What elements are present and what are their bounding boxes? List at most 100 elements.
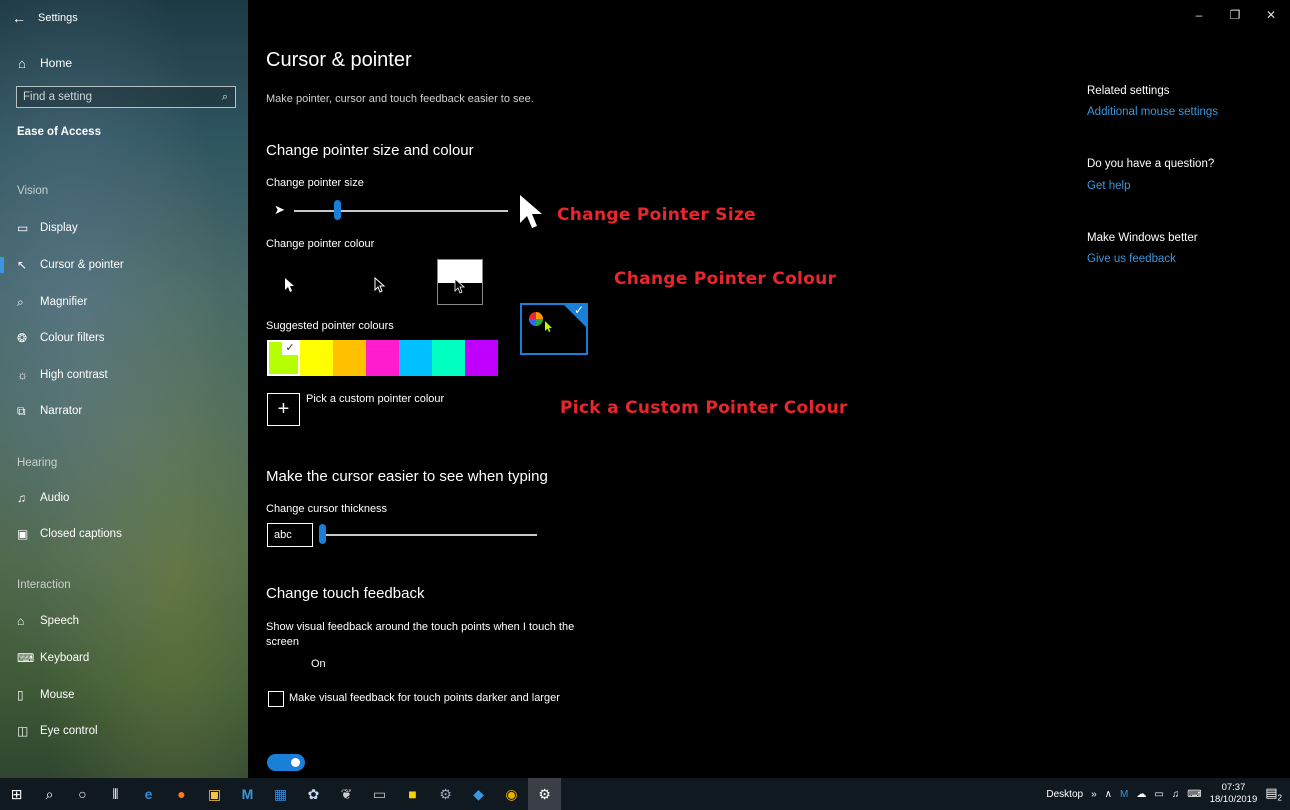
network-icon[interactable]: ▭ [1154, 789, 1163, 800]
taskbar: ⊞ ⌕ ○ ⫴ e ● ▣ M ▦ ✿ ❦ ▭ ■ ⚙ ◆ ◉ ⚙ Deskto… [0, 778, 1290, 810]
cursor-section-heading: Make the cursor easier to see when typin… [266, 468, 548, 485]
sticky-notes-icon[interactable]: ■ [396, 778, 429, 810]
pointer-size-slider-track[interactable] [294, 210, 508, 212]
sidebar-item-speech[interactable]: ⌂ Speech [0, 606, 248, 636]
narrator-icon: ⧉ [17, 403, 26, 418]
search-input[interactable] [23, 91, 215, 103]
chrome-icon[interactable]: ◉ [495, 778, 528, 810]
colour-swatch[interactable]: ✓ [267, 340, 300, 376]
volume-icon[interactable]: ♫ [1172, 789, 1180, 800]
touch-feedback-toggle[interactable] [267, 754, 305, 771]
pointer-colour-black[interactable] [346, 259, 414, 311]
sidebar-item-eye-control[interactable]: ◫ Eye control [0, 716, 248, 746]
back-button[interactable]: ← [0, 0, 38, 36]
add-custom-colour-button[interactable]: + [267, 393, 300, 426]
group-label-vision: Vision [17, 185, 49, 197]
sidebar-item-colour-filters[interactable]: ❂ Colour filters [0, 323, 248, 353]
paint-icon[interactable]: ✿ [297, 778, 330, 810]
back-arrow-icon: ← [12, 10, 26, 26]
colour-swatch[interactable] [366, 340, 399, 376]
sidebar-item-label: Narrator [40, 405, 83, 417]
start-icon[interactable]: ⊞ [0, 778, 33, 810]
additional-mouse-settings-link[interactable]: Additional mouse settings [1087, 106, 1218, 118]
settings-icon[interactable]: ⚙ [528, 778, 561, 810]
firefox-icon[interactable]: ● [165, 778, 198, 810]
sidebar-item-high-contrast[interactable]: ☼ High contrast [0, 360, 248, 390]
small-pointer-icon: ➤ [274, 202, 285, 217]
file-explorer-icon[interactable]: ▣ [198, 778, 231, 810]
pointer-colour-inverted[interactable] [437, 259, 483, 305]
sidebar-item-label: Home [40, 56, 73, 70]
terminal-icon[interactable]: ▭ [363, 778, 396, 810]
white-pointer-icon [285, 278, 294, 292]
sidebar-item-label: Closed captions [40, 528, 122, 540]
search-icon[interactable]: ⌕ [215, 91, 235, 104]
darker-feedback-label[interactable]: Make visual feedback for touch points da… [289, 692, 560, 704]
tool-icon[interactable]: ⚙ [429, 778, 462, 810]
onedrive-icon[interactable]: ☁ [1136, 789, 1146, 800]
sidebar-item-closed-captions[interactable]: ▣ Closed captions [0, 519, 248, 549]
sidebar-item-display[interactable]: ▭ Display [0, 213, 248, 243]
sidebar-item-label: Cursor & pointer [40, 259, 124, 271]
mail-icon[interactable]: M [231, 778, 264, 810]
sidebar-item-mouse[interactable]: ▯ Mouse [0, 680, 248, 710]
cursor-thickness-slider-track[interactable] [322, 534, 537, 536]
mouse-icon: ▯ [17, 688, 24, 702]
display-icon: ▭ [17, 221, 29, 235]
darker-feedback-checkbox[interactable] [268, 691, 284, 707]
cursor-thickness-slider-thumb[interactable] [319, 524, 326, 544]
pointer-section-heading: Change pointer size and colour [266, 142, 474, 159]
sidebar-item-label: Keyboard [40, 652, 90, 664]
colour-swatch[interactable] [432, 340, 465, 376]
cortana-icon[interactable]: ○ [66, 778, 99, 810]
sidebar-item-keyboard[interactable]: ⌨ Keyboard [0, 643, 248, 673]
clock[interactable]: 07:37 18/10/2019 [1210, 782, 1258, 806]
close-icon[interactable]: ✕ [1264, 8, 1278, 22]
pointer-colour-custom[interactable]: ✓ [520, 303, 588, 355]
colour-swatch[interactable] [399, 340, 432, 376]
colour-swatch[interactable] [300, 340, 333, 376]
group-label-hearing: Hearing [17, 457, 58, 469]
mail-tray-icon[interactable]: M [1120, 789, 1128, 800]
toggle-state-label: On [311, 658, 326, 670]
edge-icon[interactable]: e [132, 778, 165, 810]
window-controls: – ❐ ✕ [1192, 8, 1278, 22]
notifications-icon[interactable]: ▤2 [1265, 785, 1282, 803]
page-description: Make pointer, cursor and touch feedback … [266, 93, 534, 105]
cursor-preview-box: abc [267, 523, 313, 547]
sidebar-item-home[interactable]: ⌂ Home [0, 50, 248, 76]
show-hidden-icons-icon[interactable]: ∧ [1105, 789, 1112, 800]
clock-date: 18/10/2019 [1209, 794, 1258, 805]
minimize-icon[interactable]: – [1192, 8, 1206, 22]
keyboard-icon: ⌨ [17, 651, 35, 665]
sidebar-item-audio[interactable]: ♫ Audio [0, 483, 248, 513]
overflow-chevron-icon[interactable]: » [1091, 789, 1097, 800]
large-pointer-icon [520, 195, 542, 228]
paint-brush-icon[interactable]: ❦ [330, 778, 363, 810]
give-feedback-link[interactable]: Give us feedback [1087, 253, 1176, 265]
task-view-icon[interactable]: ⫴ [99, 778, 132, 810]
pointer-colour-white[interactable] [256, 259, 324, 311]
custom-colour-label[interactable]: Pick a custom pointer colour [306, 393, 444, 405]
pointer-colour-label: Change pointer colour [266, 238, 375, 250]
pointer-size-slider-thumb[interactable] [333, 200, 341, 220]
colour-filters-icon: ❂ [17, 331, 28, 345]
search-icon[interactable]: ⌕ [33, 778, 66, 810]
sidebar-item-narrator[interactable]: ⧉ Narrator [0, 396, 248, 426]
desktop-toolbar-label[interactable]: Desktop [1046, 789, 1083, 800]
sidebar-item-magnifier[interactable]: ⌕ Magnifier [0, 287, 248, 317]
restore-icon[interactable]: ❐ [1228, 8, 1242, 22]
cloud-app-icon[interactable]: ◆ [462, 778, 495, 810]
get-help-link[interactable]: Get help [1087, 180, 1130, 192]
sidebar-item-cursor-pointer[interactable]: ↖ Cursor & pointer [0, 250, 248, 280]
app-icon[interactable]: ▦ [264, 778, 297, 810]
question-heading: Do you have a question? [1087, 158, 1215, 170]
colour-swatch[interactable] [465, 340, 498, 376]
colour-swatch[interactable] [333, 340, 366, 376]
keyboard-icon[interactable]: ⌨ [1187, 789, 1201, 800]
magnifier-icon: ⌕ [17, 294, 24, 309]
cursor-pointer-icon: ↖ [17, 258, 28, 272]
clock-time: 07:37 [1221, 782, 1246, 793]
search-box[interactable]: ⌕ [16, 86, 236, 108]
home-icon: ⌂ [18, 55, 26, 71]
